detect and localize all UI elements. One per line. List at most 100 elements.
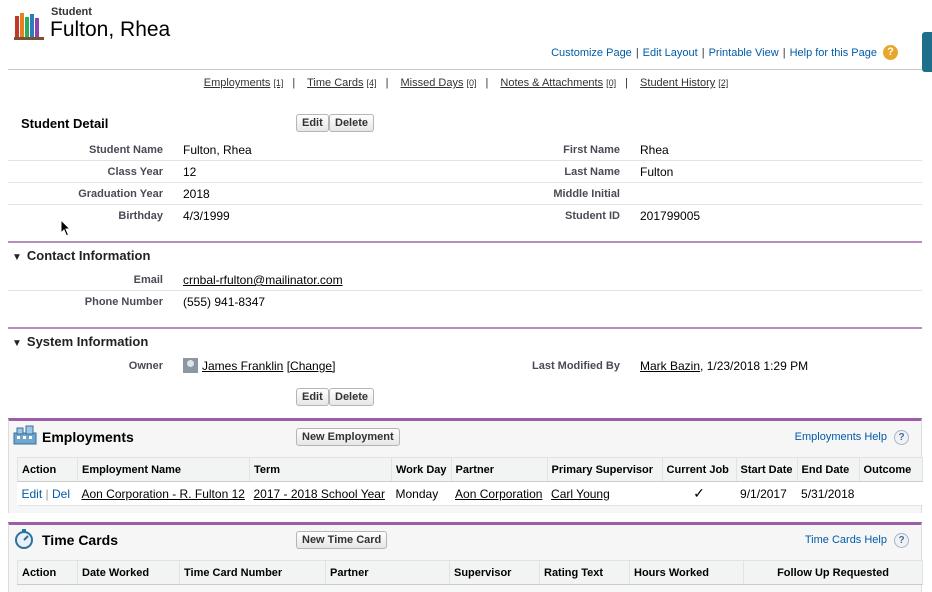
- edit-button[interactable]: Edit: [296, 114, 329, 132]
- delete-row-link[interactable]: Del: [52, 487, 70, 501]
- field-label: Birthday: [118, 210, 163, 222]
- phone-value: (555) 941-8347: [183, 295, 266, 309]
- stopwatch-icon: [15, 529, 33, 549]
- owner-link[interactable]: James Franklin: [202, 359, 283, 373]
- customize-page-link[interactable]: Customize Page: [551, 47, 632, 59]
- user-avatar-icon: [183, 358, 198, 373]
- contact-info-section-toggle[interactable]: ▼ Contact Information: [12, 248, 150, 263]
- modified-date: , 1/23/2018 1:29 PM: [700, 359, 809, 373]
- field-label: Student ID: [565, 210, 620, 222]
- time-cards-table: Action Date Worked Time Card Number Part…: [17, 560, 923, 585]
- supervisor-link[interactable]: Carl Young: [551, 487, 610, 501]
- detail-row: Email crnbal-rfulton@mailinator.com: [8, 269, 922, 291]
- collapse-triangle-icon: ▼: [12, 338, 22, 349]
- end-date-cell: 5/31/2018: [797, 481, 860, 506]
- time-cards-related-list: Time Cards New Time Card Time Cards Help…: [8, 522, 923, 592]
- detail-row: Phone Number (555) 941-8347: [8, 291, 922, 313]
- object-type-label: Student: [51, 6, 92, 18]
- column-header[interactable]: Work Day: [391, 457, 452, 482]
- field-label: Graduation Year: [78, 188, 163, 200]
- help-icon[interactable]: ?: [894, 533, 909, 548]
- related-link-employments[interactable]: Employments: [204, 77, 271, 89]
- edit-layout-link[interactable]: Edit Layout: [643, 47, 698, 59]
- last-modified-label: Last Modified By: [531, 360, 620, 372]
- column-header[interactable]: Follow Up Requested: [743, 560, 923, 585]
- field-label: First Name: [563, 144, 620, 156]
- sidebar-toggle-tab[interactable]: [922, 32, 932, 72]
- edit-button-bottom[interactable]: Edit: [296, 388, 329, 406]
- edit-row-link[interactable]: Edit: [22, 487, 43, 501]
- system-info-section-toggle[interactable]: ▼ System Information: [12, 334, 148, 349]
- section-divider: [8, 241, 922, 243]
- column-header[interactable]: Time Card Number: [179, 560, 326, 585]
- record-name-title: Fulton, Rhea: [50, 18, 171, 41]
- modified-by-link[interactable]: Mark Bazin: [640, 359, 700, 373]
- table-row: Edit | Del Aon Corporation - R. Fulton 1…: [17, 481, 923, 506]
- column-header: Action: [17, 560, 78, 585]
- related-link-student-history[interactable]: Student History: [640, 77, 715, 89]
- start-date-cell: 9/1/2017: [736, 481, 798, 506]
- column-header[interactable]: Partner: [325, 560, 450, 585]
- header-divider: [8, 69, 922, 70]
- column-header[interactable]: Outcome: [858, 457, 924, 482]
- detail-row: Birthday 4/3/1999 Student ID 201799005: [8, 205, 922, 227]
- partner-link[interactable]: Aon Corporation: [455, 487, 542, 501]
- column-header[interactable]: Rating Text: [539, 560, 630, 585]
- field-label: Middle Initial: [553, 188, 620, 200]
- email-link[interactable]: crnbal-rfulton@mailinator.com: [183, 273, 343, 287]
- column-header[interactable]: Start Date: [735, 457, 798, 482]
- column-header[interactable]: Date Worked: [77, 560, 180, 585]
- new-time-card-button[interactable]: New Time Card: [296, 531, 388, 549]
- column-header[interactable]: Supervisor: [449, 560, 540, 585]
- employments-icon: [13, 425, 37, 445]
- student-detail-heading: Student Detail: [21, 116, 109, 131]
- field-label: Student Name: [89, 144, 163, 156]
- field-value: 201799005: [640, 209, 701, 223]
- detail-row: Student Name Fulton, Rhea First Name Rhe…: [8, 139, 922, 161]
- time-cards-heading: Time Cards: [42, 532, 118, 548]
- field-label: Last Name: [564, 166, 620, 178]
- related-link-time-cards[interactable]: Time Cards: [307, 77, 363, 89]
- mouse-cursor-icon: [60, 219, 72, 237]
- change-owner-link[interactable]: [Change]: [287, 359, 336, 373]
- column-header: Action: [17, 457, 78, 482]
- field-label: Class Year: [107, 166, 163, 178]
- time-cards-help-link[interactable]: Time Cards Help: [805, 534, 887, 546]
- detail-row: Class Year 12 Last Name Fulton: [8, 161, 922, 183]
- help-icon[interactable]: ?: [883, 45, 898, 60]
- column-header[interactable]: Current Job: [661, 457, 737, 482]
- last-modified-value: Mark Bazin, 1/23/2018 1:29 PM: [640, 359, 808, 373]
- field-value: 4/3/1999: [183, 209, 230, 223]
- work-day-cell: Monday: [391, 481, 452, 506]
- system-info-heading: System Information: [26, 334, 149, 349]
- contact-info-heading: Contact Information: [26, 248, 151, 263]
- new-employment-button[interactable]: New Employment: [296, 428, 400, 446]
- action-cell: Edit | Del: [17, 481, 78, 506]
- related-list-links: Employments [1] | Time Cards [4] | Missed Da…: [203, 77, 729, 89]
- employments-table: Action Employment Name Term Work Day Par…: [17, 457, 924, 506]
- email-label: Email: [133, 274, 163, 286]
- column-header[interactable]: Hours Worked: [629, 560, 744, 585]
- delete-button[interactable]: Delete: [329, 114, 375, 132]
- related-link-notes-attachments[interactable]: Notes & Attachments: [500, 77, 603, 89]
- related-link-missed-days[interactable]: Missed Days: [400, 77, 463, 89]
- field-value: 2018: [183, 187, 210, 201]
- term-link[interactable]: 2017 - 2018 School Year: [254, 487, 385, 501]
- employment-name-link[interactable]: Aon Corporation - R. Fulton 12: [82, 487, 245, 501]
- column-header[interactable]: Primary Supervisor: [546, 457, 663, 482]
- column-header[interactable]: End Date: [796, 457, 860, 482]
- phone-label: Phone Number: [84, 296, 163, 308]
- column-header[interactable]: Partner: [450, 457, 548, 482]
- owner-value: James Franklin [Change]: [183, 358, 335, 373]
- owner-label: Owner: [128, 360, 163, 372]
- current-job-checkmark-icon: ✓: [662, 481, 737, 506]
- printable-view-link[interactable]: Printable View: [709, 47, 779, 59]
- help-for-page-link[interactable]: Help for this Page: [790, 47, 877, 59]
- help-icon[interactable]: ?: [894, 430, 909, 445]
- field-value: 12: [183, 165, 197, 179]
- column-header[interactable]: Employment Name: [77, 457, 250, 482]
- delete-button-bottom[interactable]: Delete: [329, 388, 375, 406]
- employments-help-link[interactable]: Employments Help: [795, 431, 887, 443]
- column-header[interactable]: Term: [249, 457, 392, 482]
- books-app-icon: [14, 13, 44, 40]
